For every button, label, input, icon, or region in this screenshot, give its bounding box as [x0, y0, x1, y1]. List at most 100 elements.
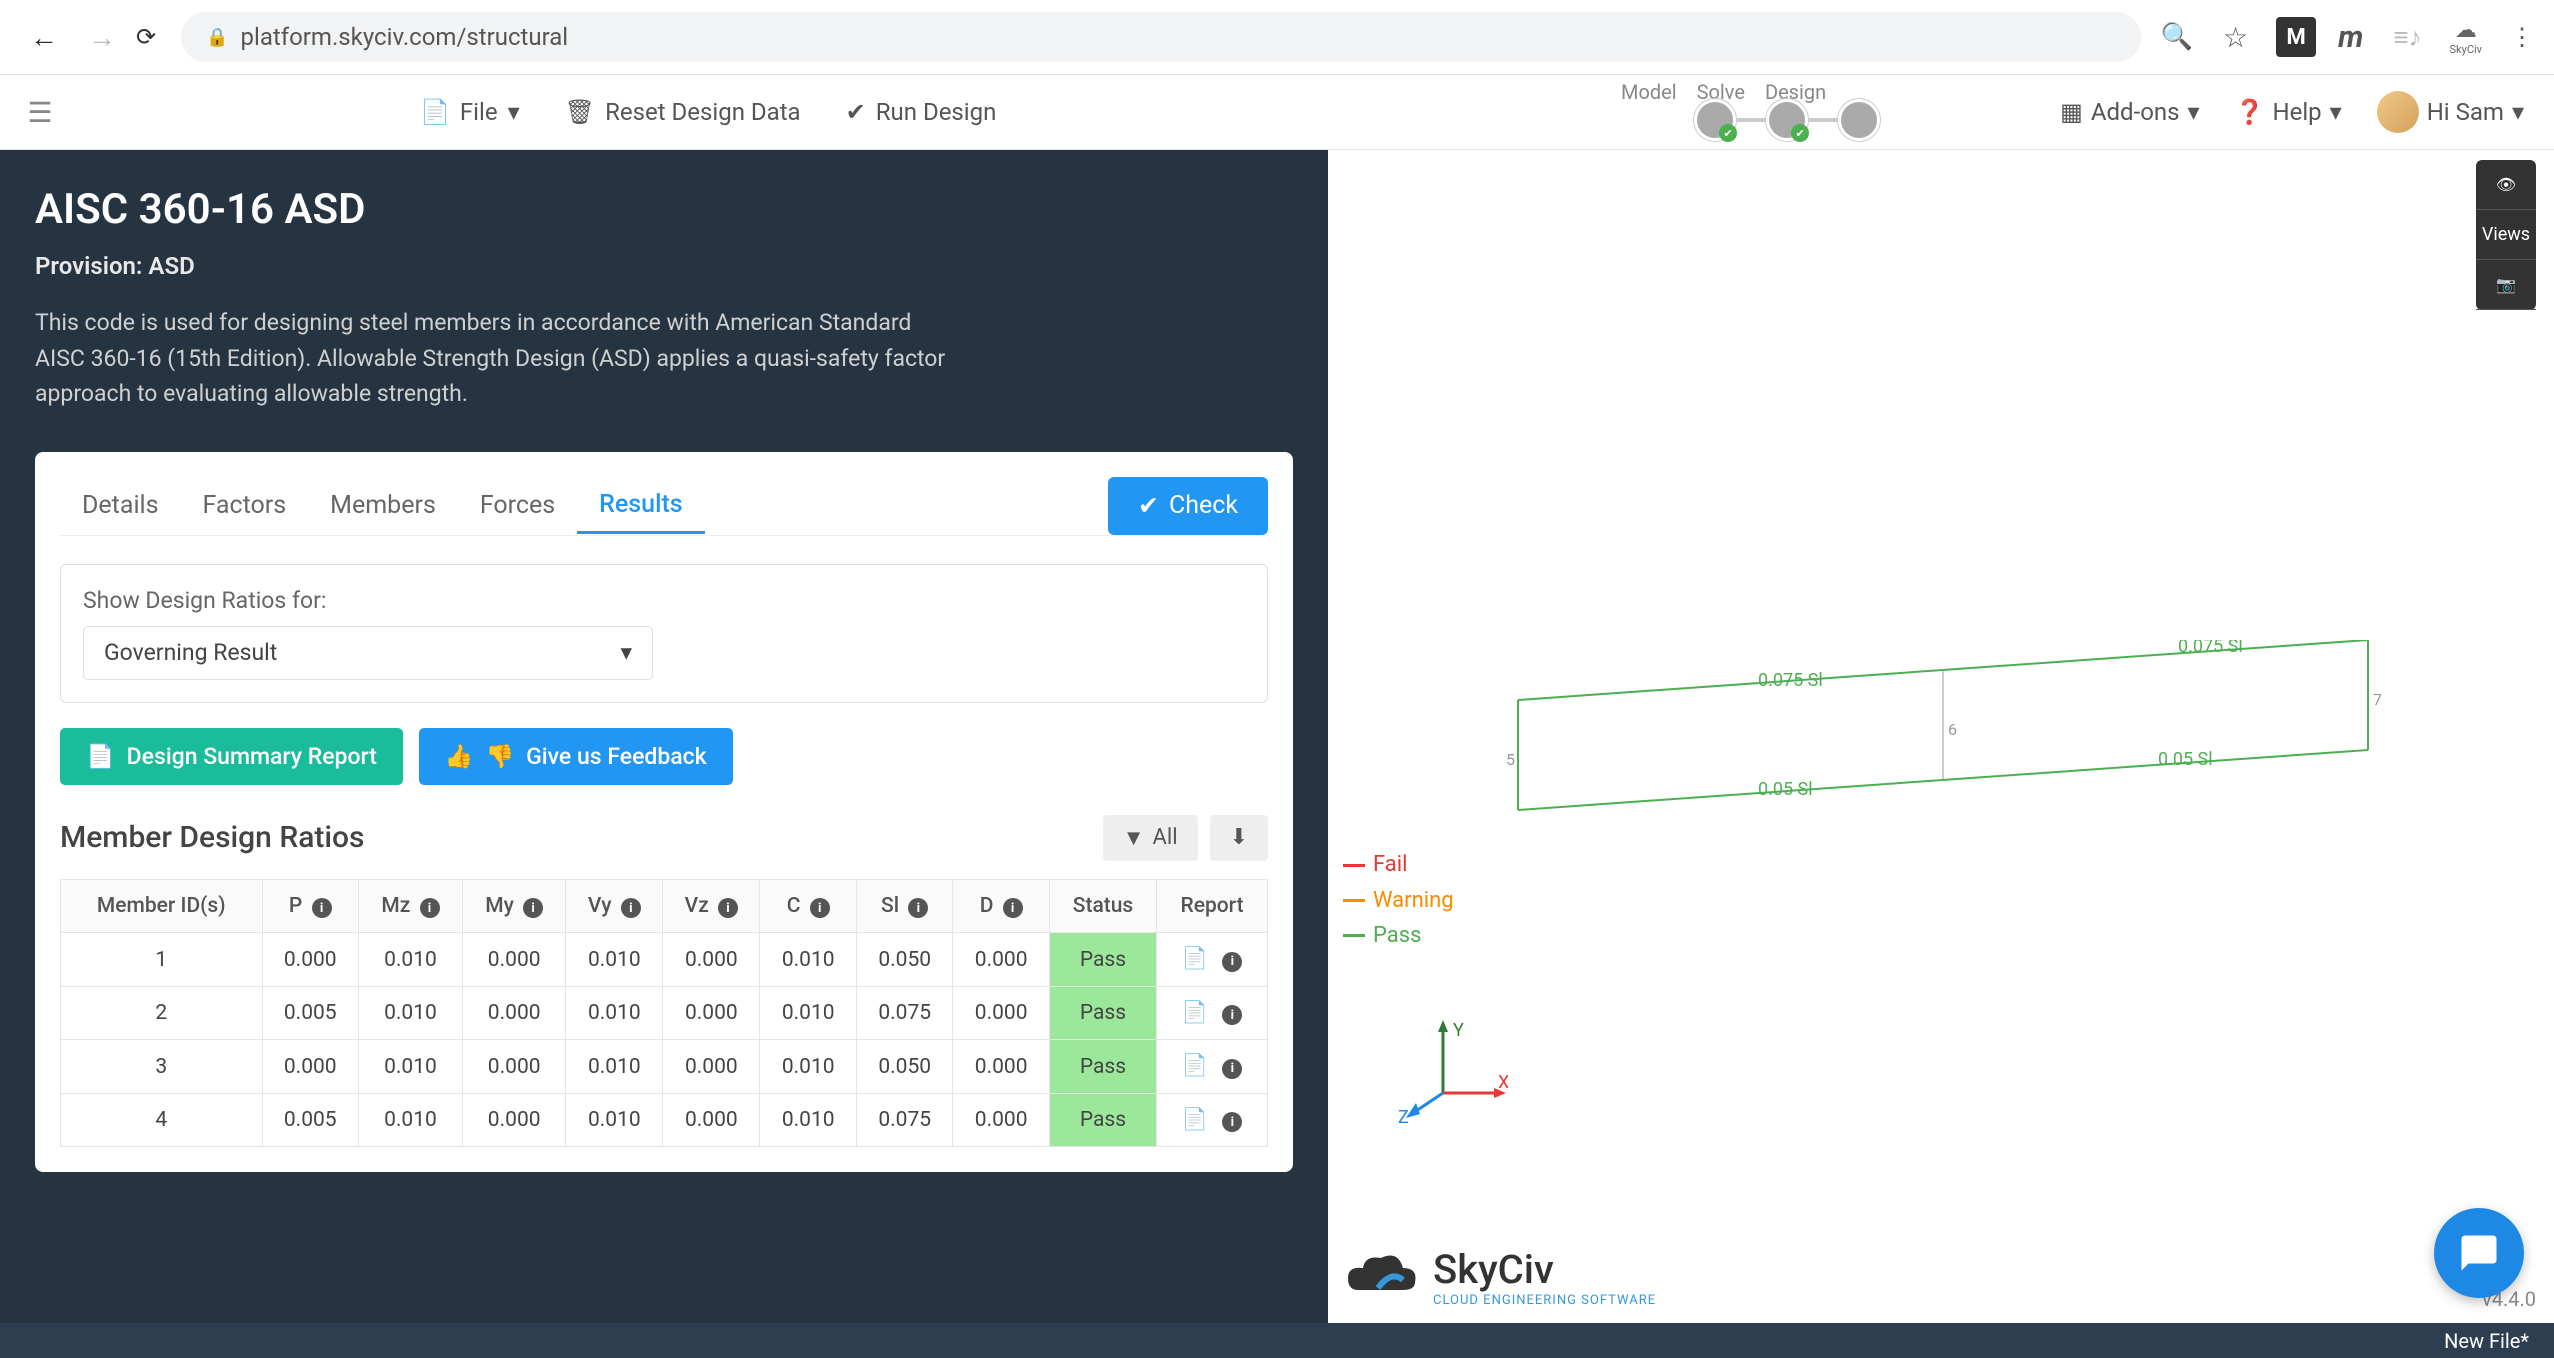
download-button[interactable]: ⬇ [1210, 815, 1268, 861]
pipeline-model-node[interactable] [1694, 99, 1736, 141]
addons-label: Add-ons [2091, 98, 2180, 126]
axis-gizmo[interactable]: Y X Z [1398, 1018, 1508, 1128]
info-icon[interactable]: i [908, 898, 928, 918]
cell-C: 0.010 [760, 1093, 856, 1147]
tab-forces[interactable]: Forces [458, 479, 577, 532]
camera-icon: 📷 [2496, 275, 2516, 294]
legend-warning-label: Warning [1373, 883, 1454, 918]
legend-warning-dash [1343, 899, 1365, 902]
file-menu-label: File [460, 98, 498, 126]
avatar [2377, 91, 2419, 133]
cell-P: 0.005 [262, 1093, 358, 1147]
chrome-menu-icon[interactable]: ⋮ [2510, 23, 2534, 51]
info-icon[interactable]: i [312, 898, 332, 918]
visibility-toggle[interactable]: 👁 [2476, 160, 2536, 210]
addons-menu[interactable]: ▦ Add-ons ▾ [2060, 98, 2199, 126]
cell-Mz: 0.010 [358, 986, 462, 1040]
pipeline-design-node[interactable] [1838, 99, 1880, 141]
forward-button[interactable]: → [78, 11, 126, 64]
table-title: Member Design Ratios [60, 820, 364, 855]
hamburger-menu[interactable]: ☰ [10, 82, 70, 142]
col-header: Status [1049, 879, 1156, 933]
summary-report-button[interactable]: 📄 Design Summary Report [60, 728, 403, 785]
views-button[interactable]: Views [2476, 210, 2536, 260]
info-icon[interactable]: i [810, 898, 830, 918]
grid-icon: ▦ [2060, 98, 2083, 126]
intercom-chat-button[interactable] [2434, 1208, 2524, 1298]
cell-id: 4 [61, 1093, 263, 1147]
star-icon[interactable]: ☆ [2223, 21, 2248, 54]
check-icon: ✔ [846, 98, 866, 126]
col-header: Vy i [566, 879, 663, 933]
help-menu[interactable]: ❓ Help ▾ [2235, 98, 2342, 126]
screenshot-button[interactable]: 📷 [2476, 260, 2536, 310]
info-icon[interactable]: i [1222, 1112, 1242, 1132]
pipeline-indicator: Model Solve Design [1621, 91, 2020, 133]
cell-Sl: 0.050 [856, 933, 952, 987]
col-header: C i [760, 879, 856, 933]
extension-m2-icon[interactable]: m [2338, 20, 2363, 55]
reset-label: Reset Design Data [605, 98, 801, 126]
info-icon[interactable]: i [1003, 898, 1023, 918]
reset-design-button[interactable]: 🗑 Reset Design Data [565, 98, 801, 126]
feedback-button-label: Give us Feedback [526, 743, 707, 770]
file-menu[interactable]: 📄 File ▾ [420, 98, 520, 126]
legend: Fail Warning Pass [1343, 847, 1454, 953]
feedback-button[interactable]: 👍 👎 Give us Feedback [419, 728, 733, 785]
report-doc-icon[interactable]: 📄 [1182, 947, 1208, 971]
search-icon[interactable]: 🔍 [2161, 22, 2193, 52]
cell-Vy: 0.010 [566, 986, 663, 1040]
user-menu[interactable]: Hi Sam ▾ [2377, 91, 2524, 133]
chat-icon [2458, 1232, 2500, 1274]
ratios-table: Member ID(s)P iMz iMy iVy iVz iC iSl iD … [60, 879, 1268, 1148]
back-button[interactable]: ← [20, 11, 68, 64]
pipeline-solve-node[interactable] [1766, 99, 1808, 141]
cell-Sl: 0.050 [856, 1040, 952, 1094]
lock-icon: 🔒 [206, 27, 228, 48]
info-icon[interactable]: i [1222, 1059, 1242, 1079]
tab-factors[interactable]: Factors [181, 479, 309, 532]
playlist-icon[interactable]: ≡♪ [2393, 22, 2421, 53]
pipeline-connector [1736, 118, 1766, 122]
logo-name: SkyCiv [1433, 1246, 1656, 1293]
check-button[interactable]: ✔ Check [1108, 477, 1268, 535]
document-icon: 📄 [86, 743, 115, 770]
info-icon[interactable]: i [718, 898, 738, 918]
cell-Mz: 0.010 [358, 1093, 462, 1147]
svg-text:X: X [1498, 1072, 1508, 1093]
report-doc-icon[interactable]: 📄 [1182, 1001, 1208, 1025]
info-icon[interactable]: i [1222, 1005, 1242, 1025]
info-icon[interactable]: i [420, 898, 440, 918]
url-text: platform.skyciv.com/structural [241, 23, 569, 51]
thumbs-down-icon: 👎 [486, 743, 515, 770]
filter-all-button[interactable]: ▼ All [1103, 815, 1198, 861]
report-doc-icon[interactable]: 📄 [1182, 1054, 1208, 1078]
cell-Vz: 0.000 [663, 1040, 760, 1094]
extension-m1-icon[interactable]: M [2276, 17, 2316, 57]
beam-label-br: 0.05 Sl [2158, 749, 2213, 770]
info-icon[interactable]: i [621, 898, 641, 918]
main-area: AISC 360-16 ASD Provision: ASD This code… [0, 150, 2554, 1323]
viewport-panel[interactable]: 👁 Views 📷 0.05 Sl 0.05 Sl 0.075 Sl 0.075… [1328, 150, 2554, 1323]
logo-tagline: CLOUD ENGINEERING SOFTWARE [1433, 1293, 1656, 1308]
refresh-button[interactable]: ⟳ [136, 23, 156, 51]
chevron-down-icon: ▾ [2512, 98, 2524, 126]
cell-C: 0.010 [760, 986, 856, 1040]
info-icon[interactable]: i [1222, 952, 1242, 972]
browser-bar: ← → ⟳ 🔒 platform.skyciv.com/structural 🔍… [0, 0, 2554, 75]
tab-results[interactable]: Results [577, 478, 704, 534]
url-bar[interactable]: 🔒 platform.skyciv.com/structural [181, 12, 2141, 62]
info-icon[interactable]: i [523, 898, 543, 918]
tab-members[interactable]: Members [308, 479, 458, 532]
col-header: Sl i [856, 879, 952, 933]
run-design-button[interactable]: ✔ Run Design [846, 98, 997, 126]
tab-details[interactable]: Details [60, 479, 181, 532]
filter-all-label: All [1153, 825, 1178, 850]
report-doc-icon[interactable]: 📄 [1182, 1108, 1208, 1132]
cell-status: Pass [1049, 1093, 1156, 1147]
ratio-select[interactable]: Governing Result ▾ [83, 626, 653, 680]
structure-render: 0.05 Sl 0.05 Sl 0.075 Sl 0.075 Sl 5 6 7 [1498, 640, 2398, 860]
skyciv-ext-icon[interactable]: ☁SkyCiv [2450, 18, 2482, 56]
filter-icon: ▼ [1123, 825, 1145, 851]
cell-id: 2 [61, 986, 263, 1040]
